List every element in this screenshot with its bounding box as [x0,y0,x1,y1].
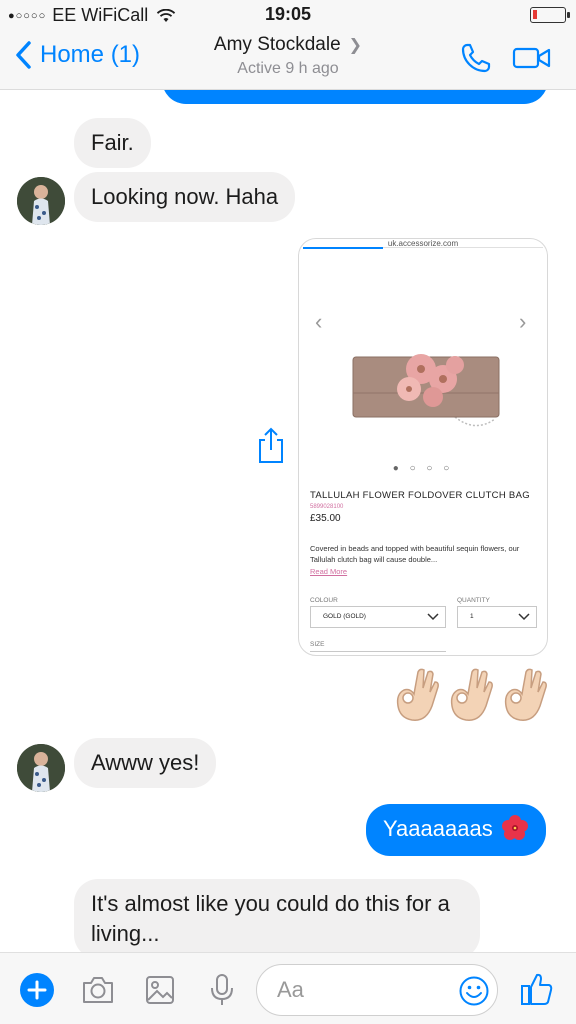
back-button[interactable]: Home (1) [14,40,140,70]
avatar-image [17,177,65,225]
call-icon[interactable] [460,42,492,74]
thumbs-up-icon[interactable] [520,971,554,1007]
battery-level [533,10,537,19]
message-bubble[interactable]: Looking now. Haha [74,172,296,222]
message-bubble[interactable]: Yaaaaaaas [366,804,546,856]
message-bubble[interactable]: Fair. [74,118,151,168]
back-chevron-icon [16,41,31,69]
message-text: Yaaaaaaas [383,816,493,841]
emoji-icon[interactable] [458,975,490,1007]
product-price: £35.00 [310,513,341,524]
contact-name: Amy Stockdale [213,34,341,55]
add-button[interactable] [20,973,54,1007]
battery-icon [530,7,570,23]
chevron-down-icon [518,613,530,621]
hibiscus-emoji-icon [501,815,528,840]
product-image [352,354,500,427]
contact-name-row: Amy Stockdale ❯ [150,34,426,56]
product-description: Covered in beads and topped with beautif… [310,544,520,564]
plus-icon [27,980,47,1000]
status-time: 19:05 [264,4,312,24]
message-bubble[interactable]: It's almost like you could do this for a… [74,879,480,952]
page-load-progress [303,247,383,249]
chevron-left-icon[interactable]: ‹ [315,309,322,335]
share-icon[interactable] [256,426,286,464]
avatar-image [17,744,65,792]
ok-hand-emoji-icon [504,668,547,721]
microphone-icon[interactable] [204,972,240,1008]
colour-label: COLOUR [310,597,338,604]
quantity-select[interactable]: 1 [457,606,537,628]
back-label: Home (1) [40,41,141,68]
message-list[interactable]: Fair. Looking now. Haha uk.accessorize.c… [0,90,576,952]
size-label: SIZE [310,641,325,648]
colour-value: GOLD (GOLD) [323,613,366,620]
video-call-icon[interactable] [512,46,552,70]
quantity-value: 1 [470,613,474,620]
link-preview-card[interactable]: uk.accessorize.com ‹ › ● ○ ○ ○ TALLULAH … [298,238,548,656]
ok-hand-emoji-icon [450,668,493,721]
avatar[interactable] [17,744,65,792]
carousel-dots[interactable]: ● ○ ○ ○ [299,463,547,474]
product-name: TALLULAH FLOWER FOLDOVER CLUTCH BAG [310,490,530,501]
chevron-right-icon: ❯ [348,37,363,54]
photo-icon[interactable] [142,972,178,1008]
quantity-label: QUANTITY [457,597,490,604]
chevron-down-icon [427,613,439,621]
partial-outgoing-bubble [162,90,548,104]
size-select[interactable] [310,651,446,652]
colour-select[interactable]: GOLD (GOLD) [310,606,446,628]
contact-status: Active 9 h ago [237,60,339,77]
camera-icon[interactable] [80,972,116,1008]
contact-info[interactable]: Amy Stockdale ❯ Active 9 h ago [150,34,426,78]
avatar[interactable] [17,177,65,225]
message-composer [0,952,576,1024]
product-code: 5899028100 [310,504,344,510]
message-bubble[interactable]: Awww yes! [74,738,217,788]
ok-hand-emoji-icon [396,668,439,721]
page-load-track [383,247,543,248]
chevron-right-icon[interactable]: › [519,309,526,335]
read-more-link[interactable]: Read More [310,567,347,576]
conversation-header: Home (1) Amy Stockdale ❯ Active 9 h ago [0,28,576,90]
emoji-message[interactable] [392,666,554,724]
status-bar: ●○○○○ EE WiFiCall 19:05 [0,0,576,28]
